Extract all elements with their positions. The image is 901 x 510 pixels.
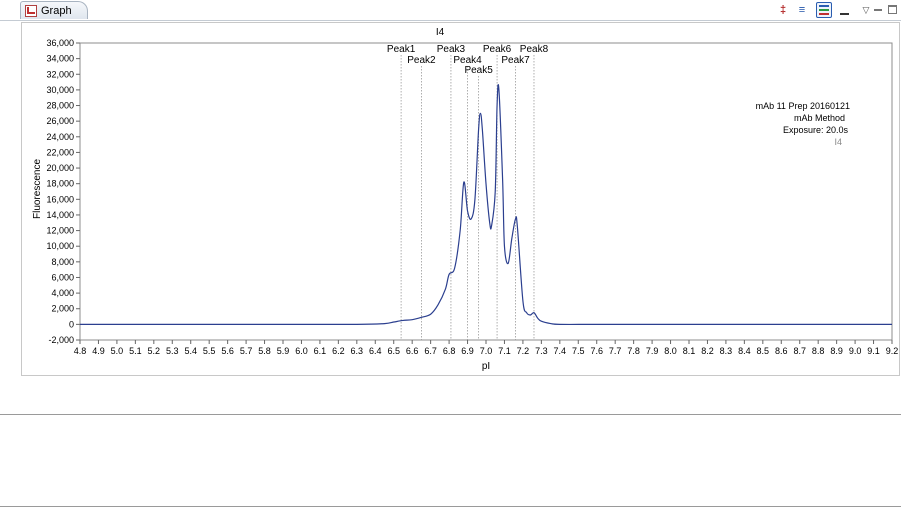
- sample-annotation: mAb 11 Prep 20160121 mAb Method Exposure…: [756, 101, 850, 147]
- y-tick-label: 8,000: [51, 257, 74, 267]
- toggle-table-icon[interactable]: [816, 2, 832, 18]
- x-tick-label: 9.1: [867, 346, 880, 356]
- x-tick-label: 8.2: [701, 346, 714, 356]
- fluorescence-trace: [80, 84, 892, 326]
- view-tab-bar: Graph ‡ ≡ ▽: [0, 0, 901, 21]
- x-axis: 4.8 4.9 5.0 5.1 5.2 5.3 5.4 5.5 5.6 5.7 5.8 5.9 6.0 6…: [74, 340, 899, 356]
- y-tick-label: 20,000: [46, 163, 74, 173]
- y-tick-label: 12,000: [46, 226, 74, 236]
- bottom-panel-bottom-border: [0, 506, 901, 507]
- x-axis-label: pI: [482, 361, 490, 372]
- legend-icon[interactable]: ≡: [794, 2, 810, 18]
- x-tick-label: 5.3: [166, 346, 179, 356]
- x-tick-label: 4.8: [74, 346, 87, 356]
- x-tick-label: 9.2: [886, 346, 899, 356]
- bottom-panel-top-border: [0, 414, 901, 415]
- x-tick-label: 7.1: [498, 346, 511, 356]
- y-tick-label: -2,000: [48, 335, 74, 345]
- x-tick-label: 4.9: [92, 346, 105, 356]
- x-tick-label: 8.5: [757, 346, 770, 356]
- y-tick-label: 22,000: [46, 147, 74, 157]
- y-tick-label: 10,000: [46, 241, 74, 251]
- x-tick-label: 5.8: [258, 346, 271, 356]
- y-tick-label: 18,000: [46, 179, 74, 189]
- y-tick-label: 4,000: [51, 288, 74, 298]
- collapse-icon[interactable]: [837, 2, 853, 18]
- x-tick-label: 5.7: [240, 346, 253, 356]
- x-tick-label: 8.6: [775, 346, 788, 356]
- x-tick-label: 6.7: [424, 346, 437, 356]
- maximize-icon[interactable]: [885, 2, 901, 18]
- x-tick-label: 7.3: [535, 346, 548, 356]
- x-tick-label: 7.6: [590, 346, 603, 356]
- x-tick-label: 5.0: [111, 346, 124, 356]
- x-tick-label: 6.8: [443, 346, 456, 356]
- x-tick-label: 5.4: [184, 346, 197, 356]
- peak-label: Peak3: [437, 44, 466, 55]
- tab-graph-label: Graph: [41, 4, 72, 17]
- chart-title: I4: [436, 27, 445, 38]
- y-tick-label: 26,000: [46, 116, 74, 126]
- y-axis: -2,000 0 2,000 4,000 6,000 8,000 10,000 12,000 1…: [46, 38, 80, 345]
- y-tick-label: 36,000: [46, 38, 74, 48]
- annotation-trace: I4: [834, 137, 842, 147]
- peak-label: Peak1: [387, 44, 416, 55]
- x-tick-label: 7.9: [646, 346, 659, 356]
- x-tick-label: 6.4: [369, 346, 382, 356]
- x-tick-label: 6.1: [314, 346, 327, 356]
- annotation-sample: mAb 11 Prep 20160121: [756, 101, 850, 111]
- chart-panel: I4 Peak1 Peak2 Peak3 Peak4 Peak5 Peak6 Peak7 Pe…: [21, 22, 900, 376]
- tab-graph[interactable]: Graph: [20, 1, 88, 19]
- x-tick-label: 7.0: [480, 346, 493, 356]
- pin-peaks-icon[interactable]: ‡: [775, 2, 791, 18]
- y-tick-label: 30,000: [46, 85, 74, 95]
- x-tick-label: 8.8: [812, 346, 825, 356]
- peak-label: Peak8: [520, 44, 549, 55]
- y-tick-label: 32,000: [46, 69, 74, 79]
- x-tick-label: 7.2: [517, 346, 530, 356]
- peak-label: Peak7: [501, 55, 530, 66]
- x-tick-label: 9.0: [849, 346, 862, 356]
- x-tick-label: 7.7: [609, 346, 622, 356]
- peak-label: Peak6: [483, 44, 512, 55]
- x-tick-label: 8.1: [683, 346, 696, 356]
- x-tick-label: 6.6: [406, 346, 419, 356]
- x-tick-label: 8.0: [664, 346, 677, 356]
- y-tick-label: 34,000: [46, 54, 74, 64]
- annotation-exposure: Exposure: 20.0s: [783, 125, 849, 135]
- y-tick-label: 14,000: [46, 210, 74, 220]
- x-tick-label: 8.9: [830, 346, 843, 356]
- y-tick-label: 16,000: [46, 194, 74, 204]
- x-tick-label: 7.8: [627, 346, 640, 356]
- x-tick-label: 5.6: [221, 346, 234, 356]
- peak-label: Peak2: [407, 55, 436, 66]
- x-tick-label: 5.5: [203, 346, 216, 356]
- y-tick-label: 6,000: [51, 272, 74, 282]
- annotation-method: mAb Method: [794, 113, 845, 123]
- x-tick-label: 6.0: [295, 346, 308, 356]
- x-tick-label: 8.3: [720, 346, 733, 356]
- x-tick-label: 7.4: [554, 346, 567, 356]
- x-tick-label: 7.5: [572, 346, 585, 356]
- x-tick-label: 6.3: [351, 346, 364, 356]
- fluorescence-chart: I4 Peak1Peak2Peak3Peak4Peak5Peak6Peak7Pe…: [32, 27, 899, 372]
- x-tick-label: 6.2: [332, 346, 345, 356]
- peak-label: Peak5: [464, 65, 493, 76]
- graph-icon: [25, 4, 37, 17]
- x-tick-label: 6.5: [387, 346, 400, 356]
- x-tick-label: 5.2: [148, 346, 161, 356]
- x-tick-label: 8.7: [793, 346, 806, 356]
- plot-frame: [79, 42, 893, 341]
- x-tick-label: 5.1: [129, 346, 142, 356]
- y-tick-label: 0: [69, 319, 74, 329]
- x-tick-label: 6.9: [461, 346, 474, 356]
- peak-markers: Peak1Peak2Peak3Peak4Peak5Peak6Peak7Peak8: [387, 44, 549, 340]
- y-axis-label: Fluorescence: [32, 159, 43, 219]
- y-tick-label: 24,000: [46, 132, 74, 142]
- y-tick-label: 28,000: [46, 101, 74, 111]
- x-tick-label: 5.9: [277, 346, 290, 356]
- x-tick-label: 8.4: [738, 346, 751, 356]
- y-tick-label: 2,000: [51, 304, 74, 314]
